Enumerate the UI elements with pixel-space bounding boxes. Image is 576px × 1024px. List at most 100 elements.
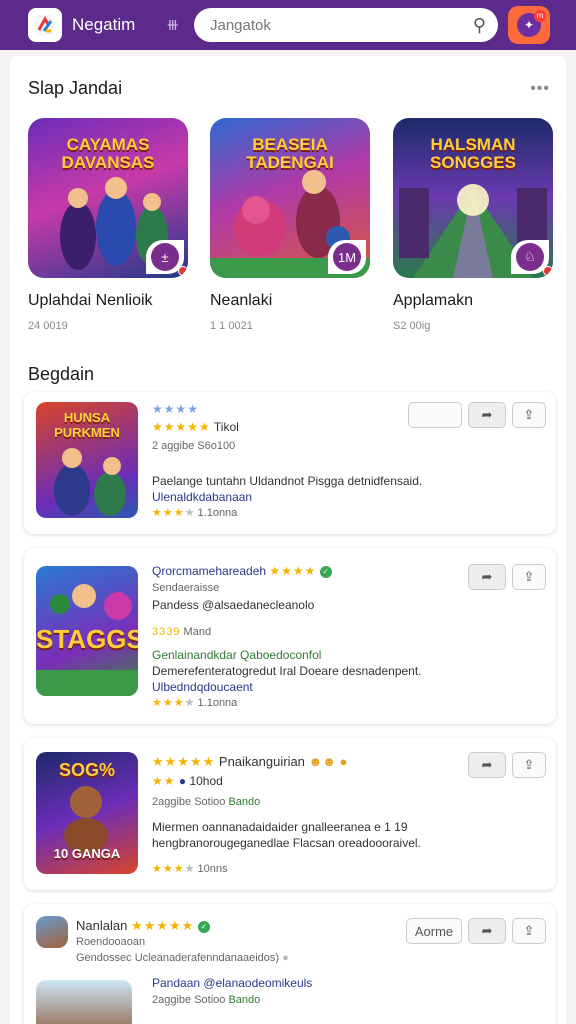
card-title-row[interactable]: Nanlalan ★★★★★ ✓ (76, 918, 210, 934)
card-small-rating: 3339 Mand (152, 626, 211, 638)
download-icon: 1M (333, 243, 361, 271)
sub2-text: 2aggibe Sotioo (152, 994, 226, 1006)
featured-game-card[interactable]: BEASEIA TADENGAI 1M Neanlaki 1 1 0021 (210, 118, 370, 332)
stars: ★★★★★ (152, 420, 211, 434)
thumbnail-title: HUNSA PURKMEN (54, 410, 120, 440)
rating-stars: ★★★ (152, 863, 185, 875)
top-bar: Negatim ⧻ Jangatok ⚲ ✦ m (0, 0, 576, 50)
featured-art-title: HALSMAN SONGGES (430, 135, 516, 172)
install-badge[interactable]: ♘ (511, 240, 553, 276)
list-section-title: Begdain (28, 364, 95, 384)
featured-game-art[interactable]: CAYAMAS DAVANSAS ± (28, 118, 188, 278)
game-thumbnail[interactable]: SOG% 10 GANGA (36, 752, 138, 874)
card-rating: ★★★★ 10nns (152, 863, 228, 875)
small-stars: 3339 (152, 626, 181, 638)
featured-game-art[interactable]: BEASEIA TADENGAI 1M (210, 118, 370, 278)
rating-label: Tikol (213, 420, 239, 434)
game-avatar[interactable] (36, 916, 68, 948)
game-list-card[interactable]: STAGGS Qrorcmamehareadeh ★★★★ ✓ Sendaera… (24, 548, 556, 724)
featured-section-title: Slap Jandai (28, 78, 123, 98)
featured-game-name[interactable]: Neanlaki (210, 292, 370, 310)
card-sub-2: 2aggibe Sotioo Bando (152, 994, 260, 1006)
featured-game-card[interactable]: HALSMAN SONGGES ♘ Applamakn S2 00ig (393, 118, 553, 332)
thumbnail-title: SOG% (58, 760, 115, 780)
card-title-row[interactable]: ★★★★★ Pnaikanguirian ☻☻ ● (152, 754, 347, 770)
card-link[interactable]: Ulenaldkdabanaan (152, 490, 252, 504)
install-badge[interactable]: ± (146, 240, 188, 276)
subtitle-tag: Bando (228, 796, 261, 808)
featured-game-meta: S2 00ig (393, 320, 431, 332)
share-button[interactable]: ➦ (468, 752, 506, 778)
title-link-text[interactable]: Qrorcmamehareadeh (152, 564, 266, 578)
download-icon: ♘ (516, 243, 544, 271)
sub-number: 10hod (189, 774, 223, 788)
profile-button[interactable]: ✦ m (508, 6, 550, 44)
thumbnail-title: STAGGS (36, 624, 138, 654)
info-icon: ● (178, 774, 187, 788)
small-stars: ★★ (152, 774, 176, 788)
share-button[interactable]: ➦ (468, 402, 506, 428)
app-title: Negatim (72, 15, 136, 34)
share-button[interactable]: ➦ (468, 564, 506, 590)
notification-badge: m (534, 10, 546, 22)
search-input[interactable]: Jangatok (210, 17, 473, 34)
description-text: Gendossec Ucleanaderafenndanaaeidos) (76, 952, 280, 964)
game-list-card[interactable]: HUNSA PURKMEN ★★★★ ★★★★★ Tikol 2 aggibe … (24, 392, 556, 534)
apps-grid-icon[interactable]: ⧻ (166, 15, 182, 35)
game-list-card[interactable]: SOG% 10 GANGA ★★★★★ Pnaikanguirian ☻☻ ● … (24, 738, 556, 890)
rating-count: 1.1onna (197, 697, 238, 709)
featured-art-title: BEASEIA TADENGAI (246, 135, 334, 172)
card-rating: ★★★★ 1.1onna (152, 697, 238, 709)
card-link[interactable]: Ulbedndqdoucaent (152, 680, 253, 694)
card-title-link[interactable]: Qrorcmamehareadeh ★★★★ ✓ (152, 564, 332, 578)
featured-game-meta: 1 1 0021 (210, 320, 253, 332)
sub2-tag: Bando (228, 994, 261, 1006)
search-bar[interactable]: Jangatok ⚲ (194, 8, 498, 42)
app-logo[interactable] (28, 8, 62, 42)
badge-dot (543, 266, 553, 276)
more-options-icon[interactable]: ••• (530, 80, 550, 98)
game-list-card[interactable]: Nanlalan ★★★★★ ✓ Roendooaoan Gendossec U… (24, 904, 556, 1024)
content-panel: Slap Jandai ••• CAYAMAS DAVANSAS ± Uplah… (10, 56, 566, 1024)
card-author[interactable]: Pandaan @elanaodeomikeuls (152, 976, 312, 990)
card-author: Pandess @alsaedanecleanolo (152, 598, 315, 612)
verified-icon: ✓ (197, 920, 210, 933)
featured-art-title: CAYAMAS DAVANSAS (61, 135, 155, 172)
install-badge[interactable]: 1M (328, 240, 366, 274)
card-subtitle: 2 aggibe S6o100 (152, 440, 236, 452)
rating-row: ★★★★★ Tikol (152, 420, 239, 434)
game-thumbnail[interactable]: HUNSA PURKMEN (36, 402, 138, 518)
upload-button[interactable]: ⇪ (512, 402, 546, 428)
card-description-2: hengbranorougeganedlae Flacsan oreadooor… (152, 836, 421, 850)
share-button[interactable]: ➦ (468, 918, 506, 944)
verified-icon: ✓ (319, 565, 332, 578)
title-stars: ★★★★★ (130, 918, 195, 933)
card-description: Demerefenteratogredut Iral Doeare desnad… (152, 664, 422, 678)
download-icon: ± (151, 243, 179, 271)
featured-game-card[interactable]: CAYAMAS DAVANSAS ± Uplahdai Nenlioik 24 … (28, 118, 188, 332)
card-title[interactable]: Pnaikanguirian (219, 754, 305, 769)
upload-button[interactable]: ⇪ (512, 752, 546, 778)
card-text-button[interactable] (408, 402, 462, 428)
card-tagline: Genlainandkdar Qaboedoconfol (152, 648, 322, 662)
more-button[interactable]: Aorme (406, 918, 462, 944)
badge-dot (178, 266, 188, 276)
card-description: Gendossec Ucleanaderafenndanaaeidos) ● (76, 952, 289, 964)
rating-stars-top: ★★★★ (152, 402, 199, 416)
emoji-icons: ☻☻ ● (308, 754, 348, 769)
featured-game-name[interactable]: Uplahdai Nenlioik (28, 292, 188, 310)
info-icon: ● (282, 952, 289, 964)
upload-button[interactable]: ⇪ (512, 564, 546, 590)
game-thumbnail[interactable]: STAGGS (36, 566, 138, 696)
upload-button[interactable]: ⇪ (512, 918, 546, 944)
featured-game-art[interactable]: HALSMAN SONGGES ♘ (393, 118, 553, 278)
search-icon[interactable]: ⚲ (473, 15, 486, 36)
card-subtitle: Roendooaoan (76, 936, 146, 948)
title-stars: ★★★★ (269, 564, 317, 578)
featured-game-name[interactable]: Applamakn (393, 292, 553, 310)
card-title[interactable]: Nanlalan (76, 918, 127, 933)
rating-stars: ★★★ (152, 697, 185, 709)
card-rating: ★★★★ 1.1onna (152, 507, 238, 519)
game-thumbnail[interactable] (36, 980, 132, 1024)
featured-game-meta: 24 0019 (28, 320, 68, 332)
